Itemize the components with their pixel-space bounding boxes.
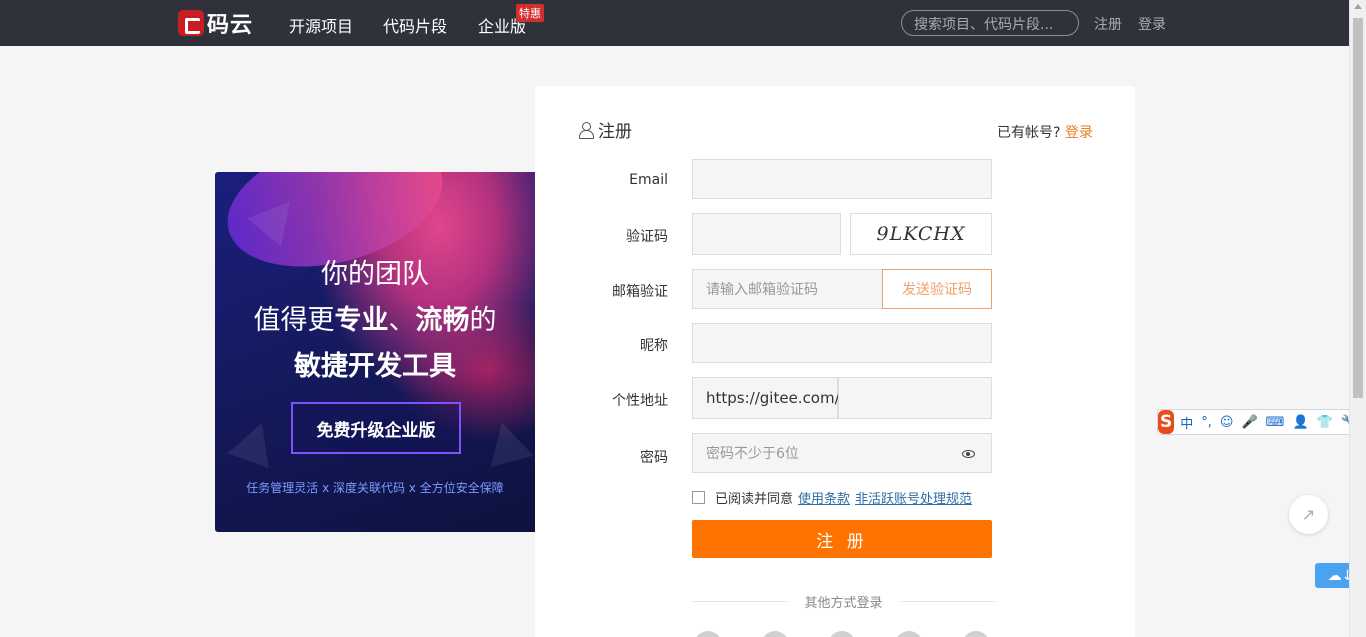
have-account: 已有帐号? 登录 — [997, 122, 1093, 142]
form-title: 注册 — [579, 117, 632, 142]
ime-punct-icon[interactable]: °, — [1201, 415, 1212, 430]
search-input[interactable]: 搜索项目、代码片段... — [901, 10, 1079, 36]
promo-banner[interactable]: 你的团队 值得更专业、流畅的 敏捷开发工具 免费升级企业版 任务管理灵活 x 深… — [215, 172, 535, 532]
vertical-scrollbar[interactable] — [1349, 0, 1366, 637]
login-link-card[interactable]: 登录 — [1065, 125, 1093, 141]
register-link[interactable]: 注册 — [1094, 14, 1122, 34]
banner-text: 值得更 — [253, 305, 335, 336]
form-title-text: 注册 — [598, 122, 632, 142]
social-login-icon[interactable] — [895, 631, 923, 637]
agree-text: 已阅读并同意 — [715, 492, 794, 507]
social-login-icon[interactable] — [761, 631, 789, 637]
password-label: 密码 — [640, 450, 668, 466]
banner-headline-2: 值得更专业、流畅的 — [215, 298, 535, 337]
terms-link[interactable]: 使用条款 — [798, 488, 850, 507]
upgrade-enterprise-button[interactable]: 免费升级企业版 — [291, 402, 461, 454]
register-card: 注册 已有帐号? 登录 Email 验证码 9LKCHX 邮箱验证 请输入邮箱验… — [535, 86, 1135, 637]
nav-item-open-source[interactable]: 开源项目 — [289, 13, 353, 37]
send-code-button[interactable]: 发送验证码 — [882, 269, 992, 309]
email-label: Email — [629, 172, 668, 188]
agreement-row: 已阅读并同意 使用条款 非活跃账号处理规范 — [692, 488, 972, 507]
user-icon — [579, 121, 594, 139]
banner-text-strong: 流畅 — [415, 305, 470, 336]
ime-toolbar[interactable]: S 中 °, ☺ 🎤 ⌨ 👤 👕 🔧 — [1157, 409, 1366, 435]
social-login-icon[interactable] — [694, 631, 722, 637]
nav-item-snippets[interactable]: 代码片段 — [383, 13, 447, 37]
register-submit-button[interactable]: 注 册 — [692, 520, 992, 558]
have-account-text: 已有帐号? — [997, 125, 1065, 141]
logo[interactable]: 码云 — [178, 9, 254, 38]
social-login-icon[interactable] — [828, 631, 856, 637]
nickname-label: 昵称 — [640, 338, 668, 354]
banner-headline-1: 你的团队 — [321, 259, 429, 290]
other-login-divider: 其他方式登录 — [692, 592, 995, 611]
email-input[interactable] — [692, 159, 992, 199]
gitee-logo-icon — [178, 10, 204, 36]
promo-badge: 特惠 — [516, 4, 544, 22]
triangle-decoration — [227, 415, 283, 469]
password-input[interactable]: 密码不少于6位 — [692, 433, 992, 473]
ime-skin-icon[interactable]: 👕 — [1317, 415, 1333, 430]
url-input[interactable] — [838, 377, 992, 419]
triangle-decoration — [480, 416, 534, 468]
captcha-image[interactable]: 9LKCHX — [850, 213, 992, 255]
login-link[interactable]: 登录 — [1138, 14, 1166, 34]
url-prefix: https://gitee.com/ — [692, 377, 840, 419]
ime-user-icon[interactable]: 👤 — [1292, 415, 1308, 430]
policy-link[interactable]: 非活跃账号处理规范 — [855, 488, 972, 507]
scroll-thumb[interactable] — [1353, 18, 1363, 398]
email-verify-label: 邮箱验证 — [612, 284, 668, 300]
captcha-input[interactable] — [692, 213, 841, 255]
banner-text-strong: 专业 — [334, 305, 389, 336]
email-code-input[interactable]: 请输入邮箱验证码 — [692, 269, 884, 309]
ime-keyboard-icon[interactable]: ⌨ — [1266, 415, 1285, 430]
other-login-text: 其他方式登录 — [804, 596, 883, 611]
captcha-label: 验证码 — [626, 229, 668, 245]
ime-mic-icon[interactable]: 🎤 — [1241, 415, 1257, 430]
ime-chinese-toggle[interactable]: 中 — [1180, 413, 1193, 432]
scroll-up-arrow-icon[interactable] — [1354, 4, 1362, 9]
banner-features: 任务管理灵活 x 深度关联代码 x 全方位安全保障 — [246, 481, 504, 495]
sogou-logo-icon: S — [1158, 410, 1175, 434]
top-navbar: 码云 开源项目 代码片段 企业版 特惠 搜索项目、代码片段... 注册 登录 — [0, 0, 1349, 46]
banner-text: 的 — [469, 305, 497, 336]
eye-icon[interactable] — [962, 450, 975, 458]
agree-checkbox[interactable] — [692, 491, 705, 504]
banner-text: 、 — [388, 305, 416, 336]
banner-headline-3: 敏捷开发工具 — [294, 351, 456, 382]
share-icon[interactable]: ↗ — [1289, 495, 1328, 534]
ime-emoji-icon[interactable]: ☺ — [1220, 415, 1234, 430]
url-label: 个性地址 — [612, 393, 668, 409]
nickname-input[interactable] — [692, 323, 992, 363]
social-login-icon[interactable] — [962, 631, 990, 637]
logo-text: 码云 — [207, 13, 254, 38]
